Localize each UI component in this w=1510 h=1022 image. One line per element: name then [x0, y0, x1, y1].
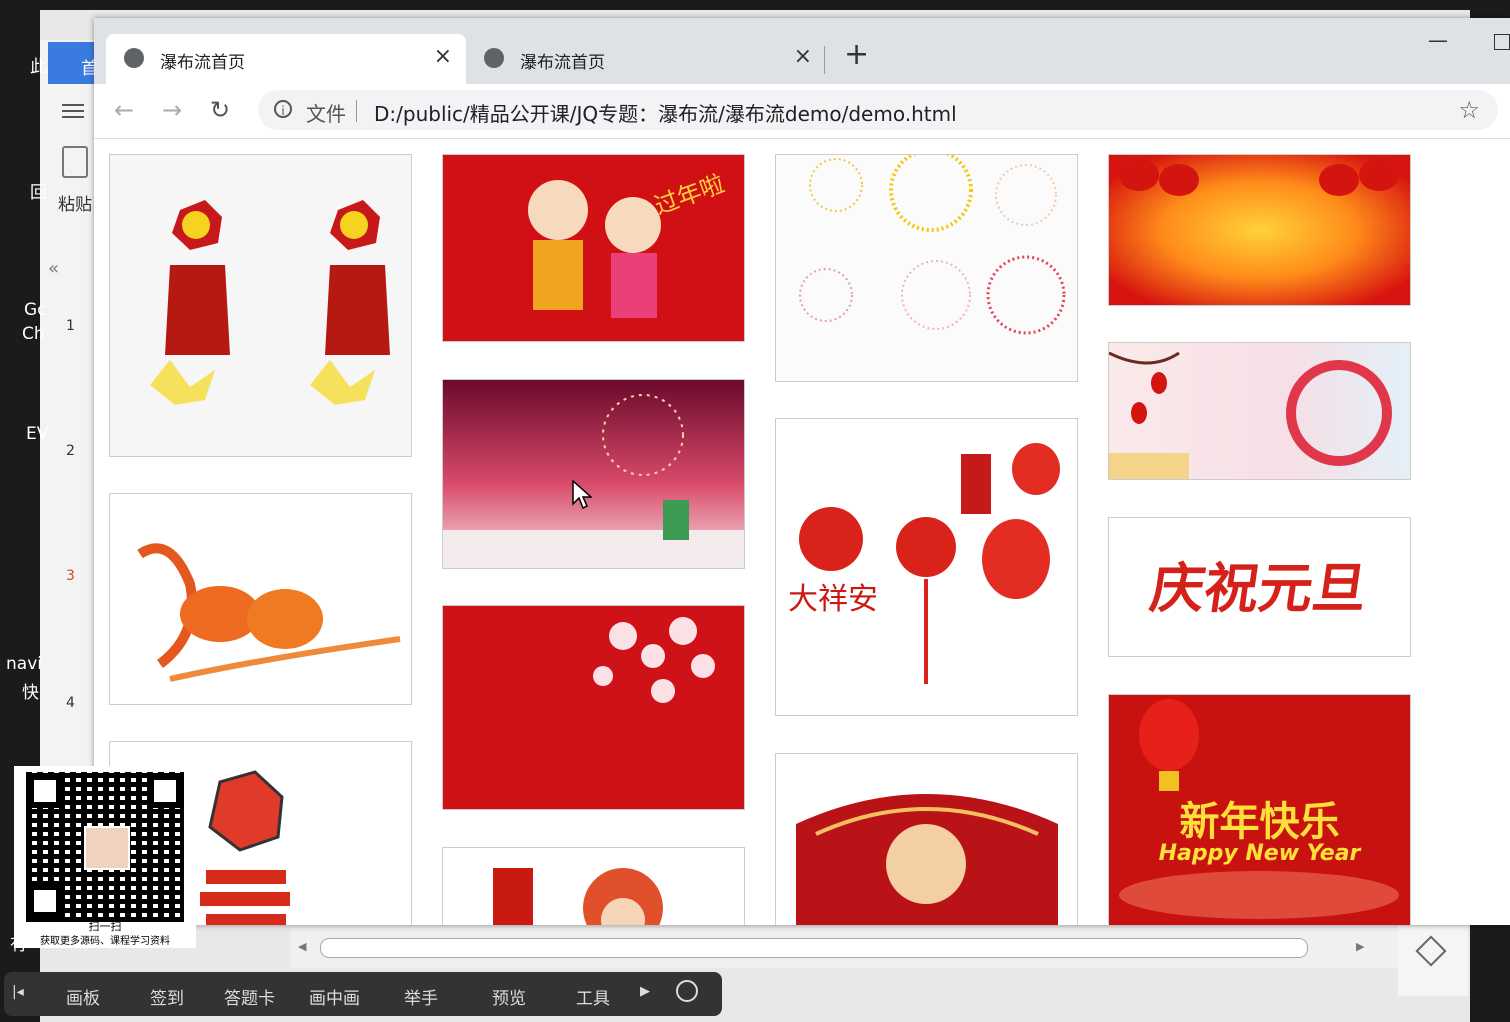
scroll-left-icon[interactable]: ◀	[298, 940, 306, 953]
qr-corner	[148, 774, 182, 808]
gallery-image-blossom[interactable]	[442, 605, 745, 810]
gallery-image-papercut[interactable]: 大祥安	[775, 418, 1078, 716]
browser-window: 瀑布流首页 × 瀑布流首页 × + — ← → ↻ i 文件 D:/public…	[94, 18, 1510, 925]
tab-title: 瀑布流首页	[160, 53, 245, 73]
slide-number[interactable]: 3	[66, 568, 75, 584]
play-icon[interactable]: ▶	[640, 984, 650, 999]
globe-icon	[484, 48, 504, 68]
gallery-image-fireworks[interactable]	[775, 148, 1078, 382]
desktop-label: 回	[30, 183, 47, 203]
address-bar[interactable]: i 文件 D:/public/精品公开课/JQ专题：瀑布流/瀑布流demo/de…	[258, 90, 1498, 130]
power-icon[interactable]	[676, 980, 698, 1002]
gallery-image-fan[interactable]	[775, 753, 1078, 925]
gallery-image-lanterns[interactable]	[1108, 154, 1411, 306]
desktop-label: Gc	[24, 300, 47, 320]
star-icon[interactable]: ☆	[1458, 96, 1480, 124]
paste-label[interactable]: 粘贴	[58, 190, 92, 215]
fireworks-art	[799, 148, 1066, 335]
collapse-icon[interactable]: «	[48, 258, 59, 279]
info-icon[interactable]: i	[274, 100, 292, 118]
newyear-subtext: Happy New Year	[1158, 841, 1361, 866]
scroll-right-icon[interactable]: ▶	[1356, 940, 1364, 953]
url-text[interactable]: D:/public/精品公开课/JQ专题：瀑布流/瀑布流demo/demo.ht…	[374, 98, 957, 127]
newyear-text: 新年快乐	[1179, 799, 1340, 845]
omni-separator	[356, 100, 357, 122]
reload-button[interactable]: ↻	[210, 96, 230, 124]
gallery-image-baby[interactable]	[442, 847, 745, 925]
qr-corner	[28, 774, 62, 808]
waterfall-content: 过年啦 大祥安 庆祝元旦 新年快乐 Happy New Year	[94, 139, 1510, 925]
papercut-art: 大祥安	[788, 443, 1060, 684]
fan-art	[796, 794, 1058, 925]
plum-art	[1108, 351, 1392, 479]
slide-number[interactable]: 2	[66, 443, 75, 459]
slide-number[interactable]: 1	[66, 318, 75, 334]
globe-icon	[124, 48, 144, 68]
back-button[interactable]: ←	[114, 96, 134, 124]
firecracker-art	[150, 200, 390, 405]
desktop-label: 快	[22, 683, 39, 703]
blossom-art	[593, 617, 715, 703]
tab-active[interactable]: 瀑布流首页 ×	[106, 34, 466, 84]
lanterns-art	[1119, 159, 1399, 196]
tab-separator	[824, 46, 825, 74]
desktop-label: navi	[6, 654, 42, 674]
mouse-cursor-icon	[572, 480, 592, 510]
horizontal-scrollbar[interactable]	[320, 938, 1308, 958]
toolbar-item[interactable]: 签到	[150, 984, 184, 1009]
close-icon[interactable]: ×	[794, 44, 812, 69]
ppt-home-tab[interactable]: 首	[48, 42, 98, 84]
fish-papercut-art	[137, 543, 401, 682]
gallery-image-celebrate[interactable]: 庆祝元旦	[1108, 517, 1411, 657]
baby-art	[493, 868, 663, 925]
paste-icon[interactable]	[62, 146, 88, 178]
gallery-image-fish[interactable]	[109, 493, 412, 705]
browser-toolbar: ← → ↻ i 文件 D:/public/精品公开课/JQ专题：瀑布流/瀑布流d…	[94, 84, 1510, 139]
toolbar-item[interactable]: 答题卡	[224, 984, 275, 1009]
close-icon[interactable]: ×	[434, 44, 452, 69]
minimize-button[interactable]: —	[1428, 28, 1448, 52]
desktop-label: EV	[26, 424, 49, 444]
toolbar-item[interactable]: 工具	[576, 984, 610, 1009]
toolbar-item[interactable]: 画板	[66, 984, 100, 1009]
tab-inactive[interactable]: 瀑布流首页 ×	[466, 34, 826, 84]
maximize-button[interactable]	[1494, 34, 1510, 50]
kids-art: 过年啦	[528, 169, 728, 318]
toolbar-item[interactable]: 举手	[404, 984, 438, 1009]
menu-icon[interactable]	[62, 110, 84, 112]
desktop-label: 此	[30, 57, 47, 77]
file-label: 文件	[306, 102, 346, 126]
gallery-image-kids[interactable]: 过年啦	[442, 154, 745, 342]
celebrate-text: 庆祝元旦	[1146, 556, 1372, 620]
collapse-toolbar-icon[interactable]: |◂	[12, 984, 24, 1000]
desktop-label: Ch	[22, 324, 45, 344]
avatar	[84, 826, 130, 870]
kids-title: 过年啦	[651, 169, 728, 220]
floating-toolbar: |◂ 画板 签到 答题卡 画中画 举手 预览 工具 ▶	[4, 972, 722, 1016]
new-tab-button[interactable]: +	[844, 40, 869, 70]
qr-code-panel: 扫一扫 获取更多源码、课程学习资料	[14, 766, 196, 948]
qr-corner	[28, 884, 62, 918]
toolbar-item[interactable]: 画中画	[309, 984, 360, 1009]
gallery-image-firecracker[interactable]	[109, 154, 412, 457]
gallery-image-night[interactable]	[442, 379, 745, 569]
toolbar-item[interactable]: 预览	[492, 984, 526, 1009]
qr-caption: 获取更多源码、课程学习资料	[40, 936, 170, 947]
papercut-text: 大祥安	[788, 582, 878, 617]
gallery-image-plum[interactable]	[1108, 342, 1411, 480]
tab-title: 瀑布流首页	[520, 53, 605, 73]
night-scene-art	[443, 394, 744, 568]
slide-number[interactable]: 4	[66, 695, 75, 711]
gallery-image-newyear[interactable]: 新年快乐 Happy New Year	[1108, 694, 1411, 925]
forward-button[interactable]: →	[162, 96, 182, 124]
tab-bar: 瀑布流首页 × 瀑布流首页 × + —	[94, 18, 1510, 84]
